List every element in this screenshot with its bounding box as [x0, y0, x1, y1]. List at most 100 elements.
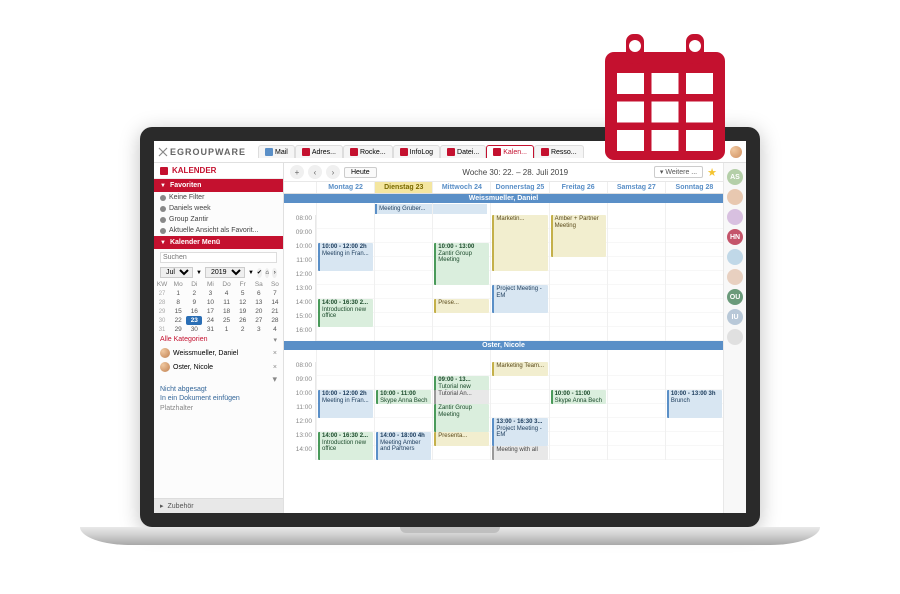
minical-day[interactable]: 24	[202, 316, 218, 325]
week-number[interactable]: 29	[154, 307, 170, 316]
tab-calendar[interactable]: Kalen...	[486, 145, 534, 158]
search-input[interactable]	[160, 252, 277, 263]
week-number[interactable]: 30	[154, 316, 170, 325]
dock-avatar[interactable]	[727, 249, 743, 265]
sidebar-footer[interactable]: ▸Zubehör	[154, 498, 283, 513]
minical-day[interactable]: 11	[219, 298, 235, 307]
day-column[interactable]: Marketing Team... 13:00 - 16:30 3...Proje…	[490, 362, 548, 460]
minical-day[interactable]: 19	[235, 307, 251, 316]
calendar-event[interactable]: 14:00 - 16:30 2...Introduction new offic…	[318, 299, 373, 327]
calendar-event[interactable]: Tutorial An...	[434, 390, 489, 404]
calendar-event[interactable]: 14:00 - 16:30 2...Introduction new offic…	[318, 432, 373, 460]
dock-avatar[interactable]: IU	[727, 309, 743, 325]
minical-day[interactable]: 21	[267, 307, 283, 316]
day-column[interactable]: 10:00 - 11:00Skype Anna Bech	[549, 362, 607, 460]
calendar-event[interactable]: Marketing Team...	[492, 362, 547, 376]
day-header[interactable]: Samstag 27	[607, 182, 665, 193]
calendar-event[interactable]: Meeting with all	[492, 446, 547, 460]
tab-mail[interactable]: Mail	[258, 145, 295, 158]
day-header[interactable]: Dienstag 23	[374, 182, 432, 193]
minical-day[interactable]: 30	[186, 325, 202, 334]
favorite-item[interactable]: Daniels week	[154, 203, 283, 214]
dock-avatar[interactable]	[727, 189, 743, 205]
minical-day[interactable]: 5	[235, 289, 251, 298]
minical-day[interactable]: 23	[186, 316, 202, 325]
calendar-menu-section-title[interactable]: Kalender Menü	[154, 236, 283, 249]
day-column[interactable]: Marketin... Project Meeting - EM	[490, 215, 548, 341]
minical-day[interactable]: 3	[251, 325, 267, 334]
favorite-item[interactable]: Aktuelle Ansicht als Favorit...	[154, 225, 283, 236]
remove-icon[interactable]: ×	[273, 364, 277, 371]
day-column[interactable]	[607, 215, 665, 341]
prev-button[interactable]: ‹	[308, 165, 322, 179]
dock-avatar[interactable]: HN	[727, 229, 743, 245]
minical-day[interactable]: 13	[251, 298, 267, 307]
minical-day[interactable]: 2	[186, 289, 202, 298]
day-column[interactable]: 09:00 - 13...Tutorial new softwareZantir…	[432, 362, 490, 460]
minical-day[interactable]: 1	[219, 325, 235, 334]
user-lane-header[interactable]: Oster, Nicole	[284, 341, 723, 350]
minical-day[interactable]: 14	[267, 298, 283, 307]
minical-day[interactable]: 3	[202, 289, 218, 298]
next-button[interactable]: ›	[326, 165, 340, 179]
year-select[interactable]: 2019	[205, 267, 245, 278]
minical-day[interactable]: 7	[267, 289, 283, 298]
calendar-event[interactable]: 10:00 - 11:00Skype Anna Bech	[551, 390, 606, 404]
week-number[interactable]: 31	[154, 325, 170, 334]
minical-day[interactable]: 29	[170, 325, 186, 334]
week-number[interactable]: 28	[154, 298, 170, 307]
tab-chat[interactable]: Rocke...	[343, 145, 393, 158]
categories-link[interactable]: Alle Kategorien ▾	[154, 334, 283, 346]
calendar-event[interactable]: 10:00 - 12:00 2hMeeting in Fran...	[318, 243, 373, 271]
calendar-event[interactable]: Amber + Partner Meeting	[551, 215, 606, 257]
day-column[interactable]	[607, 362, 665, 460]
day-column[interactable]: 10:00 - 11:00Skype Anna Bech 14:00 - 18:0…	[374, 362, 432, 460]
calendar-event[interactable]: Marketin...	[492, 215, 547, 271]
favorite-item[interactable]: Group Zantir	[154, 214, 283, 225]
tab-infolog[interactable]: InfoLog	[393, 145, 440, 158]
calendar-event[interactable]: 10:00 - 12:00 2hMeeting in Fran...	[318, 390, 373, 418]
minical-day[interactable]: 17	[202, 307, 218, 316]
calendar-event[interactable]: 14:00 - 18:00 4hMeeting Amber and Partne…	[376, 432, 431, 460]
calendar-event[interactable]: 10:00 - 11:00Skype Anna Bech	[376, 390, 431, 404]
sidebar-user-row[interactable]: Weissmueller, Daniel×	[154, 346, 283, 360]
minical-day[interactable]: 1	[170, 289, 186, 298]
minical-day[interactable]: 22	[170, 316, 186, 325]
month-select[interactable]: Jul	[160, 267, 193, 278]
nav-forward-icon[interactable]: ›	[272, 268, 277, 278]
calendar-event[interactable]: 10:00 - 13:00Zantir Group Meeting	[434, 243, 489, 285]
calendar-event[interactable]: 10:00 - 13:00 3hBrunch	[667, 390, 722, 418]
calendar-event[interactable]: 13:00 - 16:30 3...Project Meeting - EM	[492, 418, 547, 446]
calendar-event[interactable]: Zantir Group Meeting	[434, 404, 489, 432]
minical-day[interactable]: 2	[235, 325, 251, 334]
day-header[interactable]: Montag 22	[316, 182, 374, 193]
dock-avatar[interactable]: OU	[727, 289, 743, 305]
day-column[interactable]: 10:00 - 13:00Zantir Group MeetingPrese..…	[432, 215, 490, 341]
insert-document-link[interactable]: In ein Dokument einfügen	[154, 394, 283, 403]
tab-resources[interactable]: Resso...	[534, 145, 584, 158]
dock-avatar[interactable]	[727, 329, 743, 345]
minical-day[interactable]: 15	[170, 307, 186, 316]
today-button[interactable]: Heute	[344, 167, 377, 178]
calendar-event[interactable]: Presenta...	[434, 432, 489, 446]
calendar-grid[interactable]: 08:0009:0010:0011:0012:0013:0014:0015:00…	[284, 215, 723, 341]
minical-day[interactable]: 9	[186, 298, 202, 307]
tab-files[interactable]: Datei...	[440, 145, 486, 158]
minical-day[interactable]: 6	[251, 289, 267, 298]
day-header[interactable]: Mittwoch 24	[432, 182, 490, 193]
add-button[interactable]: +	[290, 165, 304, 179]
remove-icon[interactable]: ×	[273, 350, 277, 357]
day-column[interactable]: 10:00 - 13:00 3hBrunch	[665, 362, 723, 460]
day-header[interactable]: Donnerstag 25	[490, 182, 548, 193]
minical-day[interactable]: 16	[186, 307, 202, 316]
minical-day[interactable]: 4	[219, 289, 235, 298]
minical-day[interactable]: 26	[235, 316, 251, 325]
home-icon[interactable]: ⌂	[265, 268, 270, 278]
minical-day[interactable]: 8	[170, 298, 186, 307]
minical-day[interactable]: 4	[267, 325, 283, 334]
day-header[interactable]: Freitag 26	[549, 182, 607, 193]
calendar-grid[interactable]: 08:0009:0010:0011:0012:0013:0014:0010:00…	[284, 362, 723, 460]
day-column[interactable]: 10:00 - 12:00 2hMeeting in Fran... 14:00 …	[316, 215, 374, 341]
user-lane-header[interactable]: Weissmueller, Daniel	[284, 194, 723, 203]
calendar-event[interactable]: Project Meeting - EM	[492, 285, 547, 313]
